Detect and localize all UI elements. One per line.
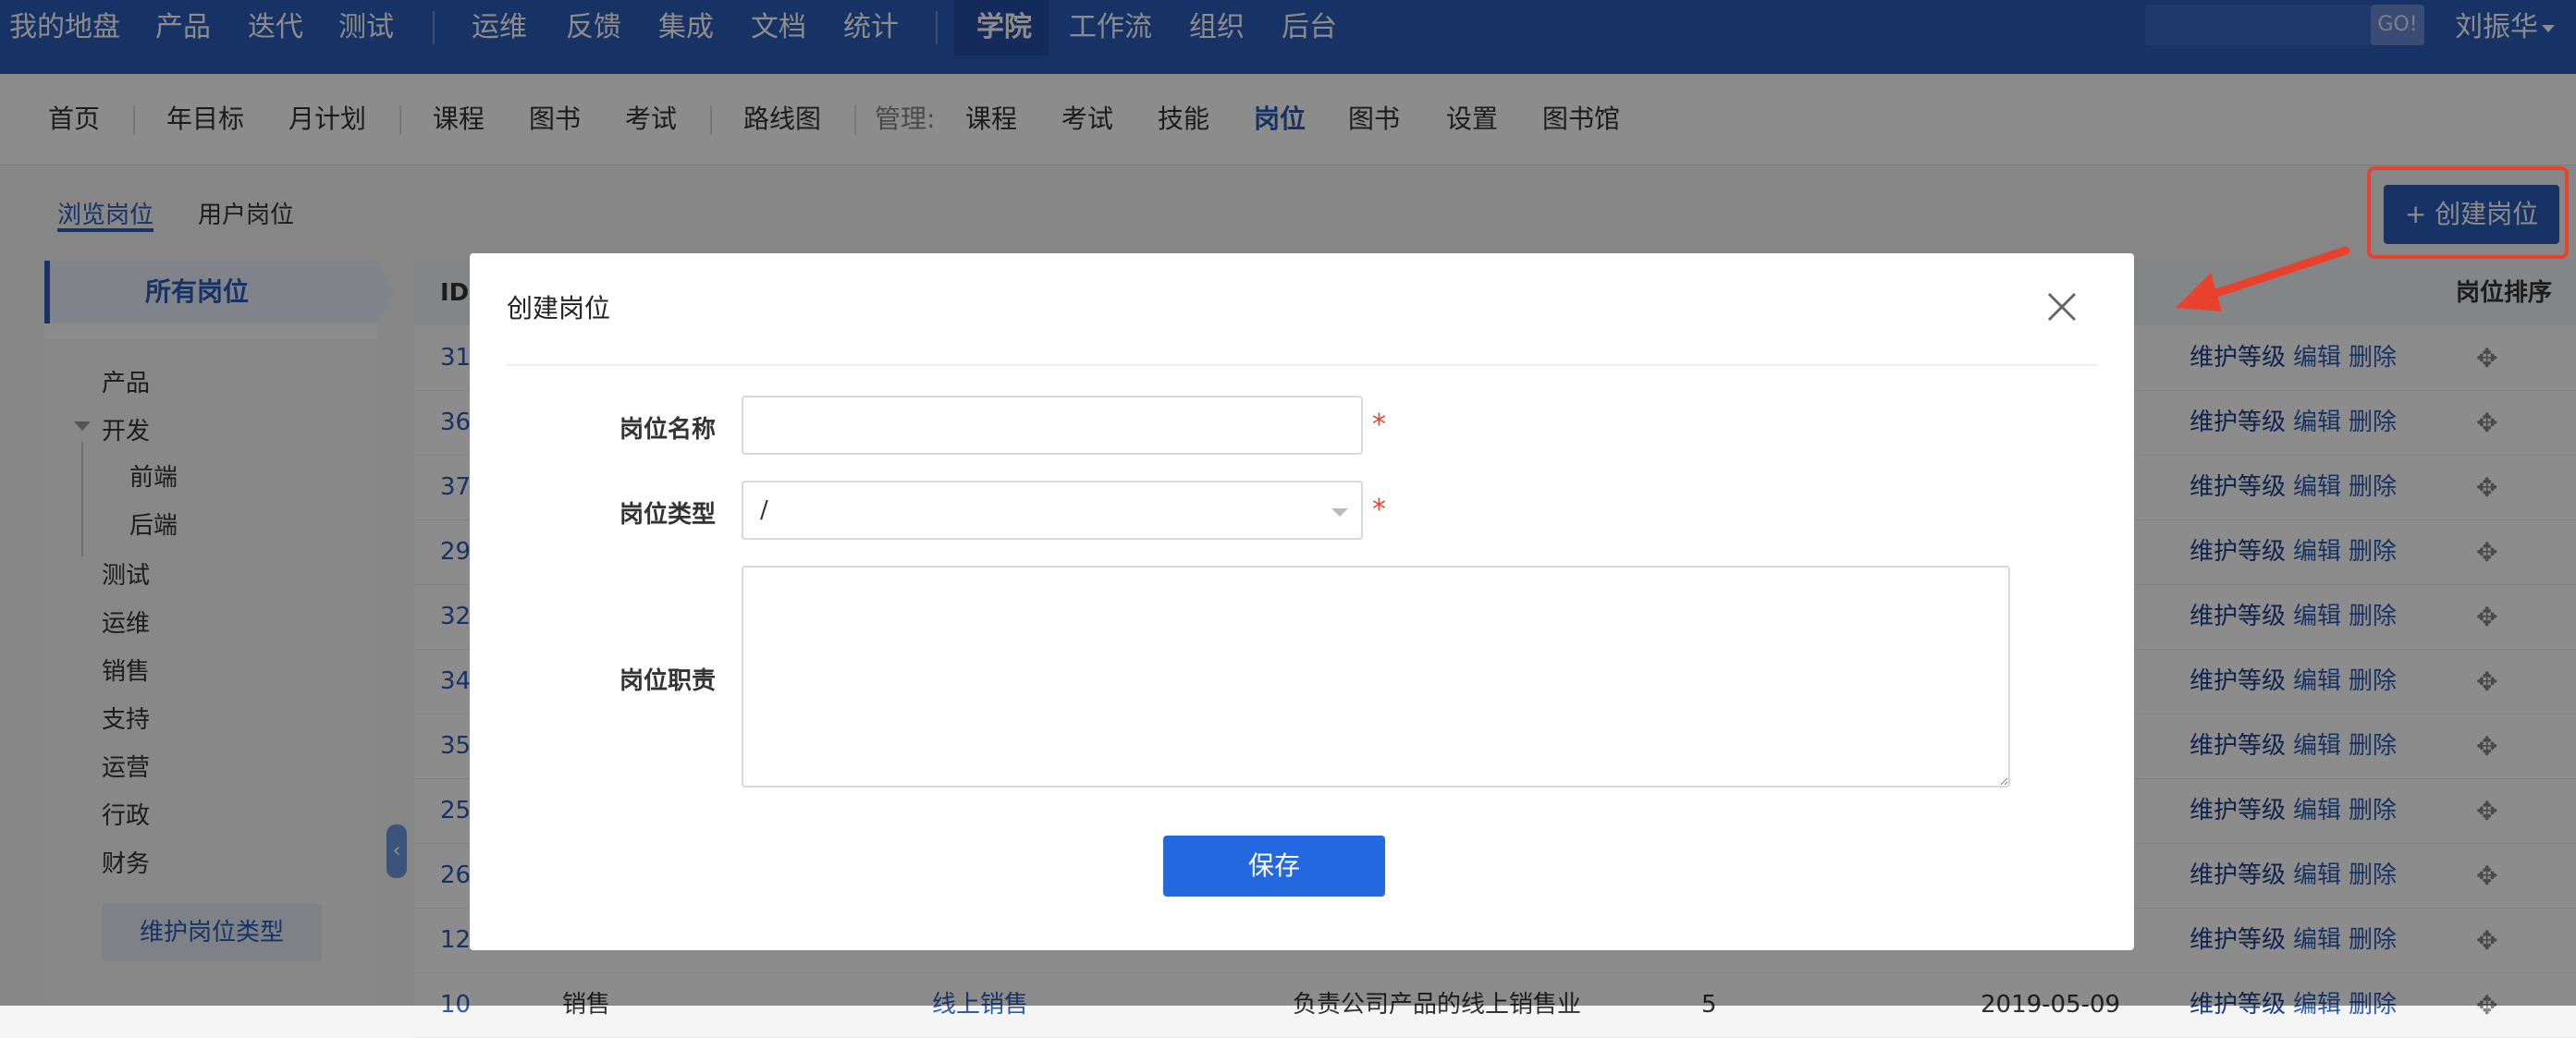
position-duty-textarea[interactable] <box>742 566 2010 788</box>
highlight-box <box>2367 166 2569 259</box>
save-button[interactable]: 保存 <box>1163 836 1385 897</box>
position-type-select[interactable]: / <box>742 481 1363 540</box>
position-name-label: 岗位名称 <box>619 416 716 444</box>
modal-title: 创建岗位 <box>507 293 611 324</box>
position-duty-label: 岗位职责 <box>619 667 716 695</box>
chevron-down-icon <box>1331 508 1348 517</box>
required-marker: * <box>1372 409 1386 441</box>
position-name-input[interactable] <box>742 396 1363 455</box>
close-icon[interactable] <box>2042 287 2082 327</box>
required-marker: * <box>1372 494 1386 526</box>
position-type-value: / <box>760 496 768 524</box>
create-position-modal: 创建岗位 岗位名称 * 岗位类型 / * 岗位职责 保存 <box>470 253 2134 950</box>
annotation-arrow-icon <box>2176 246 2350 311</box>
modal-divider <box>507 364 2097 366</box>
position-type-label: 岗位类型 <box>619 501 716 529</box>
